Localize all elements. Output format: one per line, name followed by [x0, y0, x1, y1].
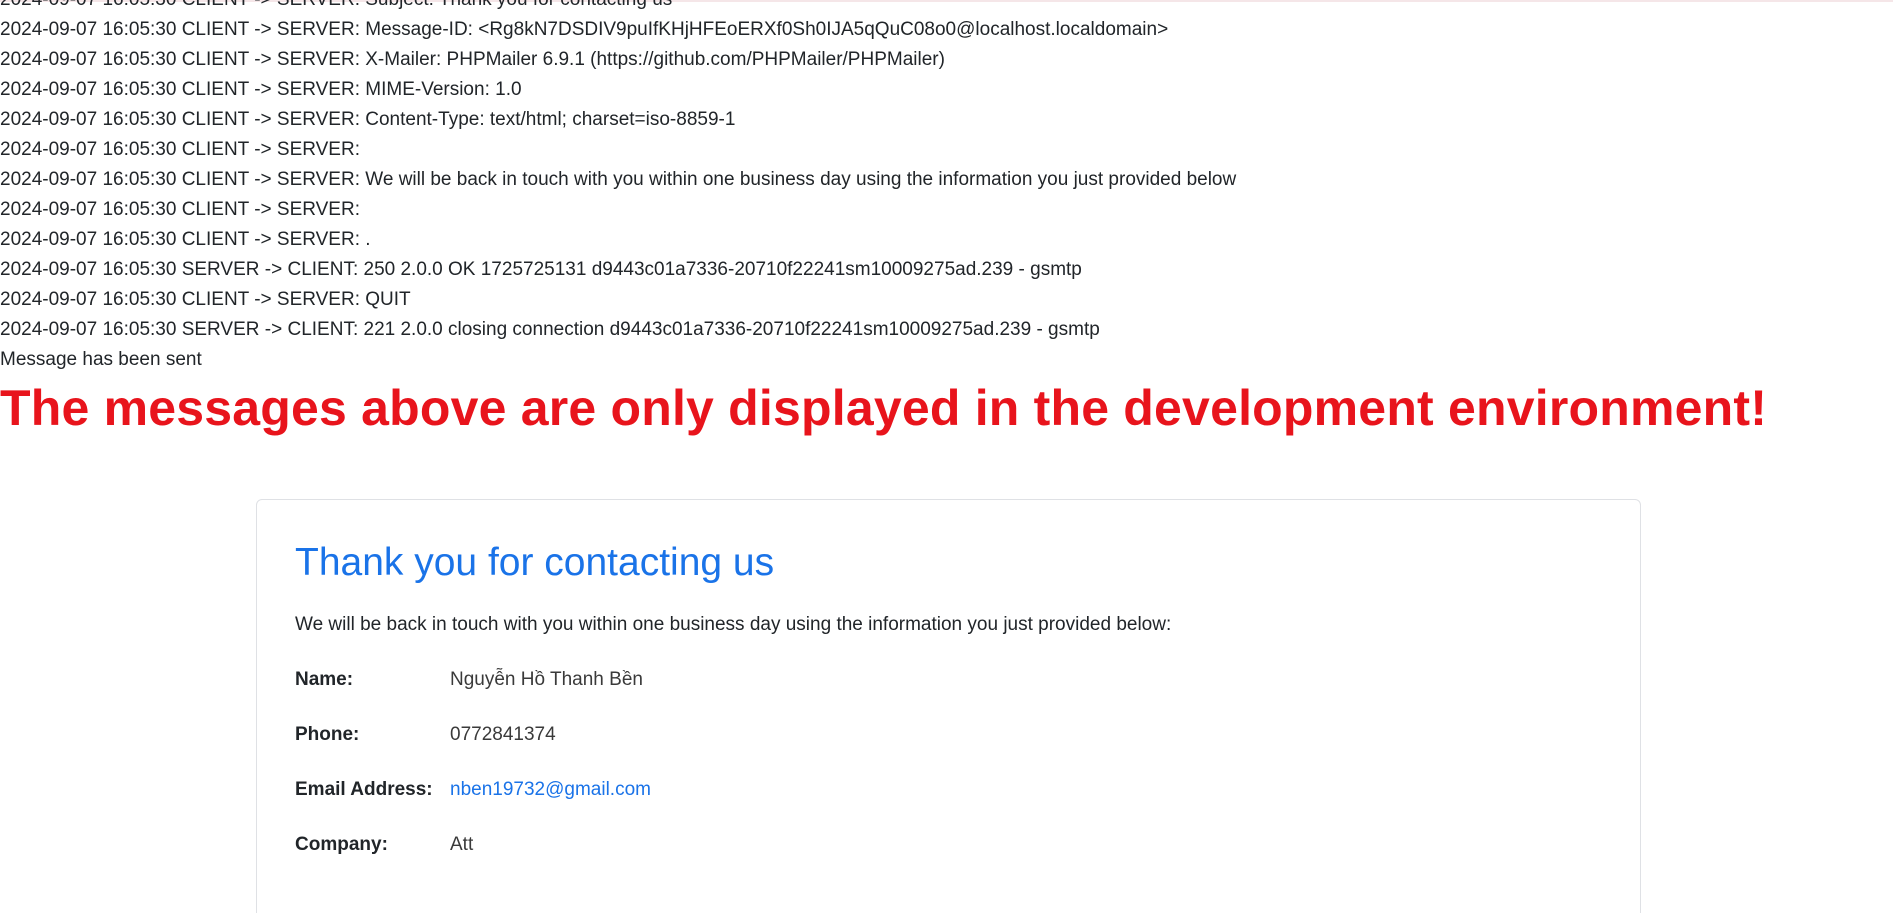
phone-label: Phone:	[295, 724, 360, 745]
confirmation-card: Thank you for contacting us We will be b…	[256, 499, 1641, 913]
email-label: Email Address:	[295, 779, 433, 800]
log-line: 2024-09-07 16:05:30 CLIENT -> SERVER: QU…	[0, 289, 411, 310]
company-value: Att	[450, 834, 474, 855]
log-line: 2024-09-07 16:05:30 CLIENT -> SERVER: MI…	[0, 79, 522, 100]
log-line: 2024-09-07 16:05:30 SERVER -> CLIENT: 25…	[0, 259, 1082, 280]
log-line: 2024-09-07 16:05:30 CLIENT -> SERVER:	[0, 199, 360, 220]
name-label: Name:	[295, 669, 354, 690]
card-lead-text: We will be back in touch with you within…	[295, 614, 1172, 635]
card-title: Thank you for contacting us	[295, 541, 775, 584]
phone-value: 0772841374	[450, 724, 556, 745]
dev-environment-warning: The messages above are only displayed in…	[0, 380, 1768, 436]
smtp-debug-log: 2024-09-07 16:05:30 CLIENT -> SERVER: Su…	[0, 0, 1893, 375]
email-link[interactable]: nben19732@gmail.com	[450, 776, 651, 804]
message-sent-status: Message has been sent	[0, 349, 202, 370]
log-line: 2024-09-07 16:05:30 CLIENT -> SERVER: Su…	[0, 0, 1893, 15]
log-line: 2024-09-07 16:05:30 CLIENT -> SERVER: .	[0, 229, 371, 250]
log-line: 2024-09-07 16:05:30 CLIENT -> SERVER: X-…	[0, 49, 945, 70]
log-line: 2024-09-07 16:05:30 CLIENT -> SERVER: Me…	[0, 19, 1169, 40]
company-label: Company:	[295, 834, 388, 855]
log-line: 2024-09-07 16:05:30 CLIENT -> SERVER:	[0, 139, 360, 160]
log-line: 2024-09-07 16:05:30 CLIENT -> SERVER: Co…	[0, 109, 736, 130]
log-line: 2024-09-07 16:05:30 CLIENT -> SERVER: We…	[0, 169, 1237, 190]
log-line: 2024-09-07 16:05:30 SERVER -> CLIENT: 22…	[0, 319, 1100, 340]
name-value: Nguyễn Hồ Thanh Bền	[450, 669, 643, 690]
